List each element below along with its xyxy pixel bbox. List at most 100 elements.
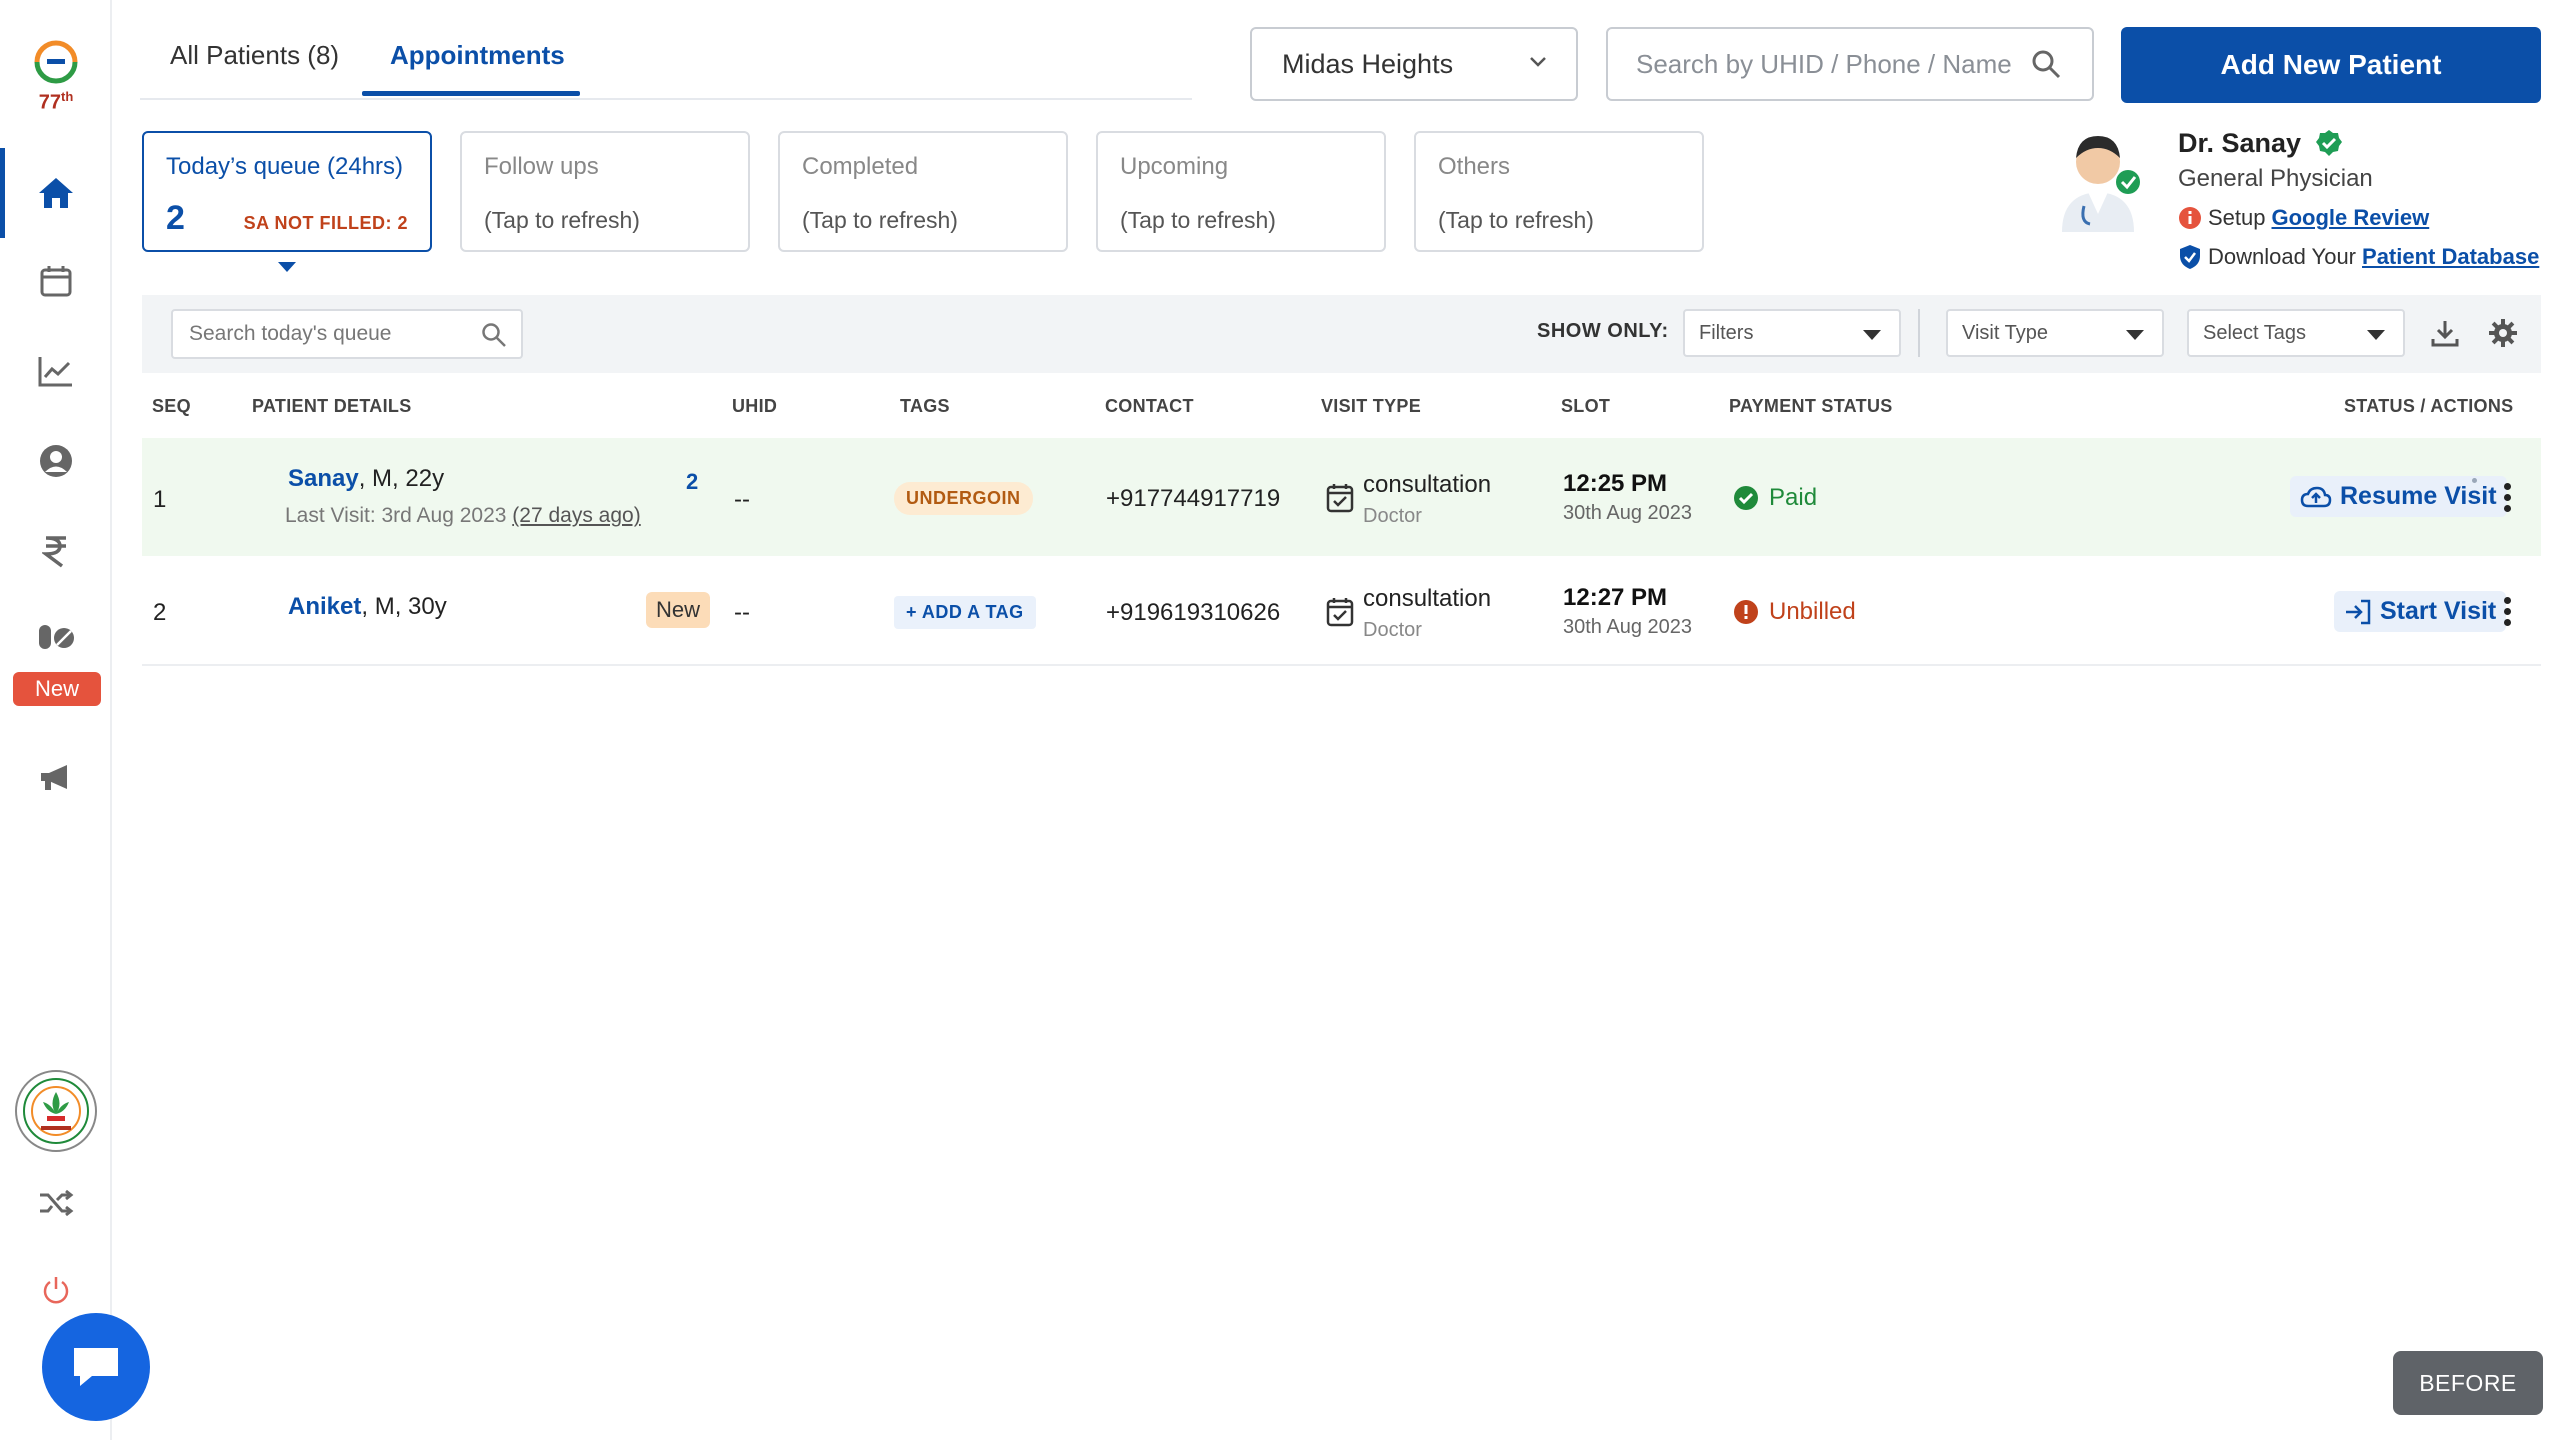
queue-card-others[interactable]: Others (Tap to refresh) [1414, 131, 1704, 252]
nav-analytics[interactable] [0, 348, 112, 394]
nav-switch[interactable] [0, 1180, 112, 1226]
setup-prefix: Setup [2208, 205, 2266, 230]
download-icon [2431, 321, 2459, 347]
last-visit-ago: (27 days ago) [512, 504, 641, 527]
megaphone-icon [41, 765, 67, 790]
chevron-down-icon [1530, 57, 1546, 67]
tags-select-value: Select Tags [2203, 321, 2307, 344]
col-uhid: UHID [732, 396, 778, 416]
visit-type-select[interactable]: Visit Type [1946, 309, 2164, 357]
patient-search-input[interactable]: Search by UHID / Phone / Name [1606, 27, 2094, 101]
chat-bubble-icon [74, 1348, 118, 1386]
patient-name-cell: Sanay, M, 22y [288, 465, 444, 493]
tags-select[interactable]: Select Tags [2187, 309, 2405, 357]
shuffle-icon [40, 1189, 74, 1217]
settings-button[interactable] [2488, 318, 2518, 353]
add-new-patient-button[interactable]: Add New Patient [2121, 27, 2541, 103]
before-button[interactable]: BEFORE [2393, 1351, 2543, 1415]
filter-divider [1918, 309, 1920, 357]
queue-card-follow-ups[interactable]: Follow ups (Tap to refresh) [460, 131, 750, 252]
new-patient-badge: New [646, 592, 711, 628]
queue-card-title: Others [1438, 153, 1511, 180]
verified-icon [2315, 130, 2342, 156]
google-review-link[interactable]: Google Review [2272, 205, 2430, 231]
payment-status[interactable]: Paid [1733, 484, 1817, 512]
caret-down-icon [2367, 330, 2385, 340]
visit-sub: Doctor [1363, 619, 1422, 641]
nav-logout[interactable] [0, 1270, 112, 1310]
col-status-actions: STATUS / ACTIONS [2344, 396, 2514, 416]
col-payment-status: PAYMENT STATUS [1729, 396, 1893, 416]
queue-card-today[interactable]: Today’s queue (24hrs) 2 SA NOT FILLED: 2 [142, 131, 432, 252]
abdm-emblem-icon [15, 1070, 97, 1152]
nav-home[interactable] [0, 170, 112, 216]
slot-time: 12:25 PM [1563, 470, 1668, 497]
row-more-button[interactable] [2504, 483, 2512, 516]
nav-calendar[interactable] [0, 258, 112, 304]
queue-search-placeholder: Search today's queue [189, 322, 392, 345]
doctor-name: Dr. Sanay [2178, 128, 2343, 159]
queue-search-input[interactable]: Search today's queue [171, 309, 523, 359]
row-contact: +919619310626 [1106, 599, 1281, 626]
start-visit-button[interactable]: Start Visit [2334, 591, 2507, 632]
queue-card-title: Follow ups [484, 153, 599, 180]
row-uhid: -- [734, 486, 750, 513]
login-arrow-icon [2346, 599, 2371, 624]
visit-type: consultation [1363, 471, 1492, 498]
visit-type-select-value: Visit Type [1962, 321, 2048, 344]
patient-name-link[interactable]: Sanay [288, 465, 359, 492]
queue-card-warning: SA NOT FILLED: 2 [243, 213, 408, 233]
alert-circle-icon [1734, 600, 1758, 624]
pills-icon [39, 625, 74, 649]
chat-button[interactable] [42, 1313, 150, 1421]
logo-icon [34, 40, 78, 84]
sidebar: 77th New [0, 0, 112, 1440]
nav-medicines[interactable] [0, 614, 112, 660]
shield-icon [2180, 245, 2200, 269]
download-patient-database: Download Your Patient Database [2178, 244, 2539, 270]
queue-card-title: Completed [802, 153, 919, 180]
setup-google-review: Setup Google Review [2178, 205, 2429, 231]
patient-name-link[interactable]: Aniket [288, 593, 361, 620]
row-uhid: -- [734, 599, 750, 626]
doctor-avatar [2048, 122, 2148, 239]
calendar-icon [40, 266, 72, 297]
location-value: Midas Heights [1282, 48, 1454, 79]
nav-announcements[interactable] [0, 754, 112, 800]
patient-demographics: , M, 30y [361, 593, 447, 620]
location-select[interactable]: Midas Heights [1250, 27, 1578, 101]
caret-down-icon [1863, 330, 1881, 340]
search-icon [482, 323, 506, 347]
download-button[interactable] [2430, 318, 2460, 353]
cloud-upload-icon [2300, 486, 2332, 507]
tab-appointments[interactable]: Appointments [390, 40, 565, 71]
payment-status[interactable]: Unbilled [1733, 598, 1856, 626]
filters-select[interactable]: Filters [1683, 309, 1901, 357]
visit-count-badge: 2 [686, 469, 699, 494]
calendar-check-icon [1326, 484, 1354, 513]
queue-card-sub: (Tap to refresh) [484, 207, 640, 233]
queue-card-title: Upcoming [1120, 153, 1229, 180]
row-seq: 2 [153, 599, 167, 626]
row-seq: 1 [153, 486, 167, 513]
app-logo[interactable]: 77th [0, 32, 112, 122]
col-patient-details: PATIENT DETAILS [252, 396, 412, 416]
row-contact: +917744917719 [1106, 485, 1281, 512]
last-visit: Last Visit: 3rd Aug 2023 (27 days ago) [285, 504, 641, 527]
col-tags: TAGS [900, 396, 950, 416]
queue-card-completed[interactable]: Completed (Tap to refresh) [778, 131, 1068, 252]
nav-profile[interactable] [0, 438, 112, 484]
add-tag-button[interactable]: + ADD A TAG [894, 596, 1036, 629]
nav-billing[interactable] [0, 528, 112, 574]
queue-card-title: Today’s queue (24hrs) [166, 153, 404, 180]
queue-card-sub: (Tap to refresh) [802, 207, 958, 233]
tab-all-patients[interactable]: All Patients (8) [170, 40, 339, 71]
patient-database-link[interactable]: Patient Database [2362, 244, 2539, 270]
row-more-button[interactable] [2504, 597, 2512, 630]
notification-dot [2472, 478, 2477, 483]
doctor-avatar-icon [2062, 136, 2140, 232]
search-icon [2032, 50, 2061, 79]
queue-card-upcoming[interactable]: Upcoming (Tap to refresh) [1096, 131, 1386, 252]
col-seq: SEQ [152, 396, 191, 416]
status-tag[interactable]: UNDERGOIN [894, 482, 1033, 515]
